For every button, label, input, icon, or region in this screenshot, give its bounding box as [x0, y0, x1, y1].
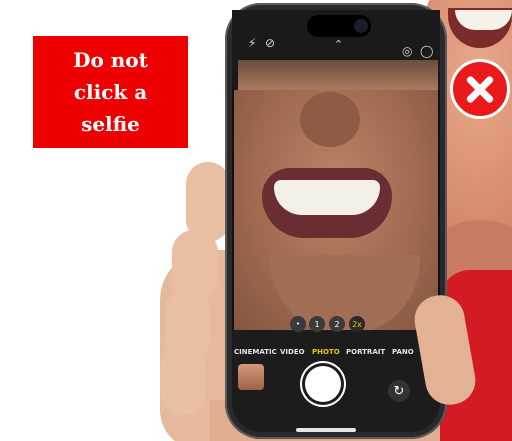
live-photo-icon[interactable]: ◎ — [402, 44, 412, 58]
chevron-up-icon[interactable]: ⌃ — [334, 38, 343, 51]
mode-photo[interactable]: PHOTO — [312, 348, 340, 356]
shutter-button[interactable] — [305, 366, 341, 402]
photo-scene: Do not click a selfie ⚡ ⊘ ⌃ ◎ ◯ • 1 2 2x… — [0, 0, 512, 441]
mode-portrait[interactable]: PORTRAIT — [346, 348, 385, 356]
home-indicator — [296, 428, 356, 432]
settings-circle-icon[interactable]: ◯ — [420, 44, 433, 58]
front-camera-lens — [354, 19, 368, 33]
mode-cinematic[interactable]: CINEMATIC — [234, 348, 277, 356]
zoom-2-button[interactable]: 2 — [329, 316, 345, 332]
viewfinder-nose — [300, 92, 360, 147]
live-off-icon[interactable]: ⊘ — [265, 36, 275, 50]
mode-pano[interactable]: PANO — [392, 348, 414, 356]
viewfinder-teeth — [274, 180, 380, 215]
flash-icon[interactable]: ⚡ — [248, 36, 256, 50]
camera-mode-selector: CINEMATIC VIDEO PHOTO PORTRAIT PANO — [232, 346, 440, 360]
viewfinder-eyes — [238, 60, 438, 90]
red-x-icon — [450, 59, 510, 119]
hand-finger — [172, 230, 218, 300]
hand-finger — [160, 345, 206, 415]
zoom-2x-button[interactable]: 2x — [349, 316, 365, 332]
photo-thumbnail[interactable] — [238, 364, 264, 390]
warning-sign: Do not click a selfie — [33, 36, 188, 148]
mode-video[interactable]: VIDEO — [280, 348, 305, 356]
flip-camera-icon[interactable]: ↻ — [388, 380, 410, 402]
warning-sign-text: Do not click a selfie — [73, 48, 148, 136]
zoom-dot-button[interactable]: • — [290, 316, 306, 332]
zoom-1-button[interactable]: 1 — [309, 316, 325, 332]
